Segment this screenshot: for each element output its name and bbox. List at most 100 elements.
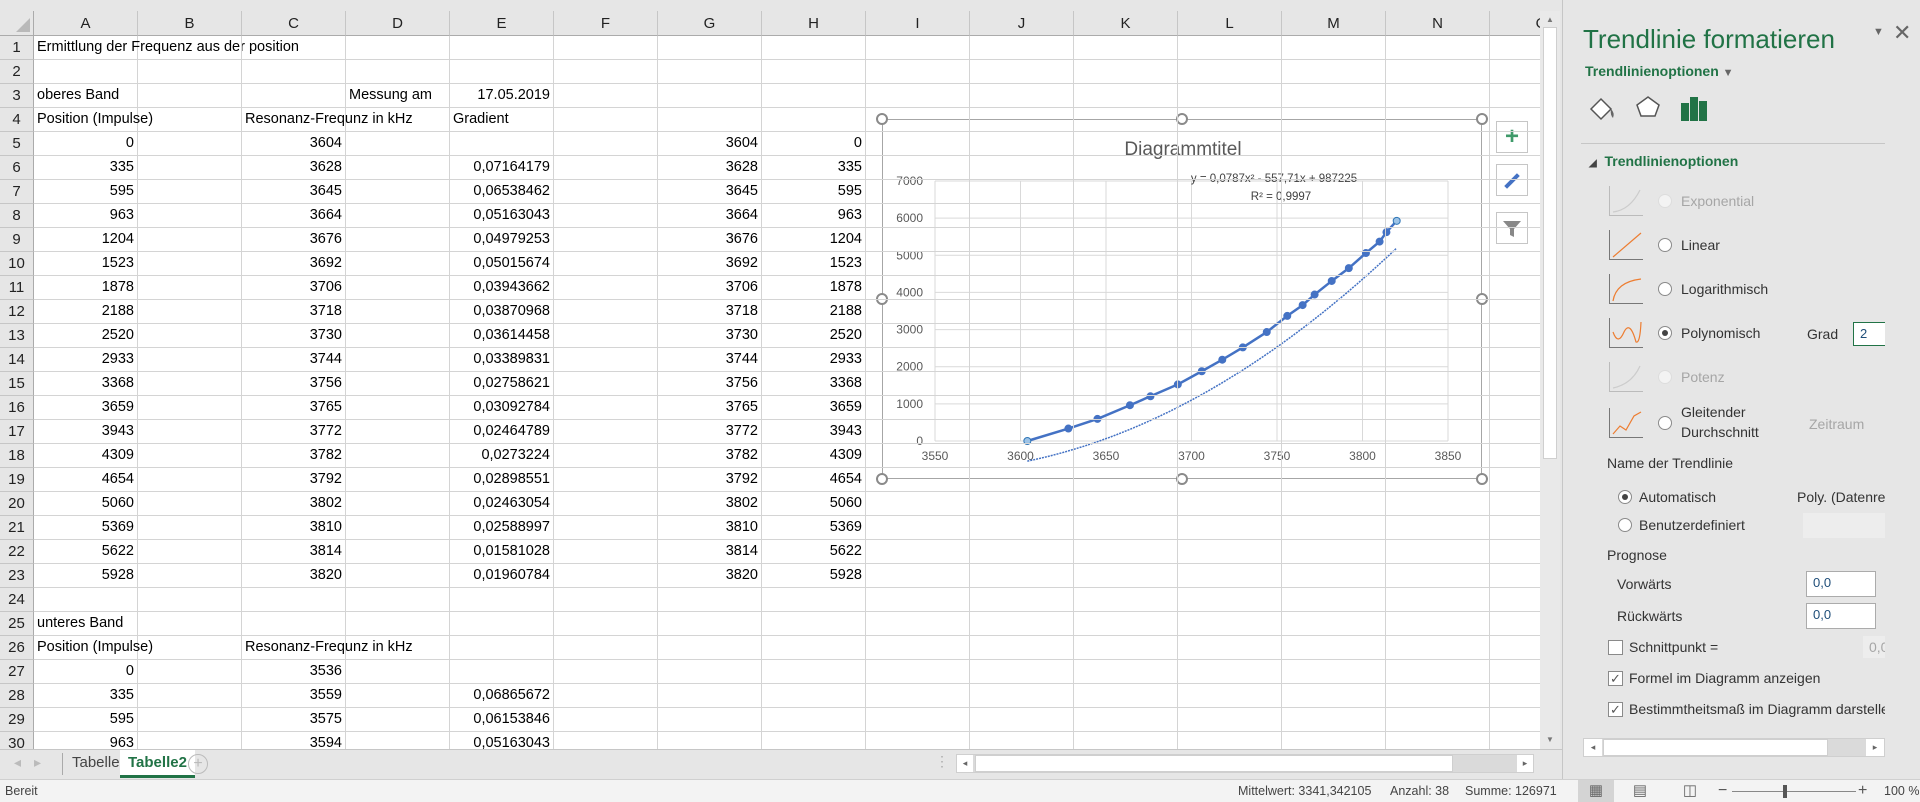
cell-A7[interactable]: 595 bbox=[34, 180, 138, 204]
cell-K27[interactable] bbox=[1074, 660, 1178, 684]
cell-H5[interactable]: 0 bbox=[762, 132, 866, 156]
cell-N19[interactable] bbox=[1386, 468, 1490, 492]
radio-polynomisch[interactable] bbox=[1658, 326, 1672, 340]
cell-O27[interactable] bbox=[1490, 660, 1540, 684]
cell-B16[interactable] bbox=[138, 396, 242, 420]
cell-K17[interactable] bbox=[1074, 420, 1178, 444]
cell-H25[interactable] bbox=[762, 612, 866, 636]
close-icon[interactable]: ✕ bbox=[1893, 20, 1911, 46]
cell-A6[interactable]: 335 bbox=[34, 156, 138, 180]
cell-C25[interactable] bbox=[242, 612, 346, 636]
cell-L22[interactable] bbox=[1178, 540, 1282, 564]
cell-K8[interactable] bbox=[1074, 204, 1178, 228]
cell-F7[interactable] bbox=[554, 180, 658, 204]
column-header-I[interactable]: I bbox=[866, 11, 970, 36]
cell-I24[interactable] bbox=[866, 588, 970, 612]
cell-K21[interactable] bbox=[1074, 516, 1178, 540]
cell-O8[interactable] bbox=[1490, 204, 1540, 228]
cell-O23[interactable] bbox=[1490, 564, 1540, 588]
cell-G8[interactable]: 3664 bbox=[658, 204, 762, 228]
select-all-corner[interactable] bbox=[0, 11, 34, 36]
cell-D18[interactable] bbox=[346, 444, 450, 468]
cell-L24[interactable] bbox=[1178, 588, 1282, 612]
cell-D11[interactable] bbox=[346, 276, 450, 300]
cell-M21[interactable] bbox=[1282, 516, 1386, 540]
cell-C2[interactable] bbox=[242, 60, 346, 84]
cell-J4[interactable] bbox=[970, 108, 1074, 132]
row-header[interactable]: 20 bbox=[0, 492, 34, 516]
cell-E14[interactable]: 0,03389831 bbox=[450, 348, 554, 372]
cell-C30[interactable]: 3594 bbox=[242, 732, 346, 749]
cell-E7[interactable]: 0,06538462 bbox=[450, 180, 554, 204]
cell-A22[interactable]: 5622 bbox=[34, 540, 138, 564]
split-handle[interactable]: ⋮ bbox=[935, 753, 949, 770]
cell-G27[interactable] bbox=[658, 660, 762, 684]
page-layout-view-icon[interactable]: ▤ bbox=[1626, 780, 1654, 802]
cell-H19[interactable]: 4654 bbox=[762, 468, 866, 492]
cell-K10[interactable] bbox=[1074, 252, 1178, 276]
cell-J16[interactable] bbox=[970, 396, 1074, 420]
cell-D21[interactable] bbox=[346, 516, 450, 540]
cell-I23[interactable] bbox=[866, 564, 970, 588]
cell-K24[interactable] bbox=[1074, 588, 1178, 612]
cell-N26[interactable] bbox=[1386, 636, 1490, 660]
formula-checkbox[interactable]: ✓ bbox=[1608, 671, 1623, 686]
cell-I18[interactable] bbox=[866, 444, 970, 468]
cell-A13[interactable]: 2520 bbox=[34, 324, 138, 348]
cell-N13[interactable] bbox=[1386, 324, 1490, 348]
cell-L3[interactable] bbox=[1178, 84, 1282, 108]
cell-F27[interactable] bbox=[554, 660, 658, 684]
column-header-L[interactable]: L bbox=[1178, 11, 1282, 36]
radio-logarithmisch[interactable] bbox=[1658, 282, 1672, 296]
cell-M20[interactable] bbox=[1282, 492, 1386, 516]
cell-A21[interactable]: 5369 bbox=[34, 516, 138, 540]
column-header-N[interactable]: N bbox=[1386, 11, 1490, 36]
cell-C17[interactable]: 3772 bbox=[242, 420, 346, 444]
cell-G25[interactable] bbox=[658, 612, 762, 636]
grad-input[interactable]: 2 bbox=[1853, 322, 1885, 346]
cell-L17[interactable] bbox=[1178, 420, 1282, 444]
scroll-right-icon[interactable]: ▸ bbox=[1517, 755, 1533, 772]
cell-B6[interactable] bbox=[138, 156, 242, 180]
cell-D24[interactable] bbox=[346, 588, 450, 612]
row-header[interactable]: 13 bbox=[0, 324, 34, 348]
cell-J1[interactable] bbox=[970, 36, 1074, 60]
cell-C10[interactable]: 3692 bbox=[242, 252, 346, 276]
cell-N10[interactable] bbox=[1386, 252, 1490, 276]
status-sum[interactable]: Summe: 126971 bbox=[1465, 780, 1557, 802]
cell-A30[interactable]: 963 bbox=[34, 732, 138, 749]
cell-D29[interactable] bbox=[346, 708, 450, 732]
cell-A12[interactable]: 2188 bbox=[34, 300, 138, 324]
intercept-input[interactable]: 0,0 bbox=[1863, 636, 1885, 658]
cell-G11[interactable]: 3706 bbox=[658, 276, 762, 300]
cell-O11[interactable] bbox=[1490, 276, 1540, 300]
cell-K22[interactable] bbox=[1074, 540, 1178, 564]
column-header-E[interactable]: E bbox=[450, 11, 554, 36]
column-header-G[interactable]: G bbox=[658, 11, 762, 36]
cell-M5[interactable] bbox=[1282, 132, 1386, 156]
cell-D8[interactable] bbox=[346, 204, 450, 228]
cell-N11[interactable] bbox=[1386, 276, 1490, 300]
cell-I12[interactable] bbox=[866, 300, 970, 324]
cell-D6[interactable] bbox=[346, 156, 450, 180]
cell-I30[interactable] bbox=[866, 732, 970, 749]
cell-K9[interactable] bbox=[1074, 228, 1178, 252]
scroll-left-icon[interactable]: ◂ bbox=[1584, 739, 1602, 756]
backward-input[interactable]: 0,0 bbox=[1806, 603, 1876, 629]
cell-G24[interactable] bbox=[658, 588, 762, 612]
cell-L8[interactable] bbox=[1178, 204, 1282, 228]
custom-name-input[interactable] bbox=[1803, 513, 1885, 538]
cell-M17[interactable] bbox=[1282, 420, 1386, 444]
cell-F19[interactable] bbox=[554, 468, 658, 492]
cell-C23[interactable]: 3820 bbox=[242, 564, 346, 588]
cell-G1[interactable] bbox=[658, 36, 762, 60]
cell-I3[interactable] bbox=[866, 84, 970, 108]
cell-N12[interactable] bbox=[1386, 300, 1490, 324]
cell-C22[interactable]: 3814 bbox=[242, 540, 346, 564]
cell-H10[interactable]: 1523 bbox=[762, 252, 866, 276]
cell-B5[interactable] bbox=[138, 132, 242, 156]
row-header[interactable]: 24 bbox=[0, 588, 34, 612]
cell-J14[interactable] bbox=[970, 348, 1074, 372]
cell-G20[interactable]: 3802 bbox=[658, 492, 762, 516]
cell-D28[interactable] bbox=[346, 684, 450, 708]
